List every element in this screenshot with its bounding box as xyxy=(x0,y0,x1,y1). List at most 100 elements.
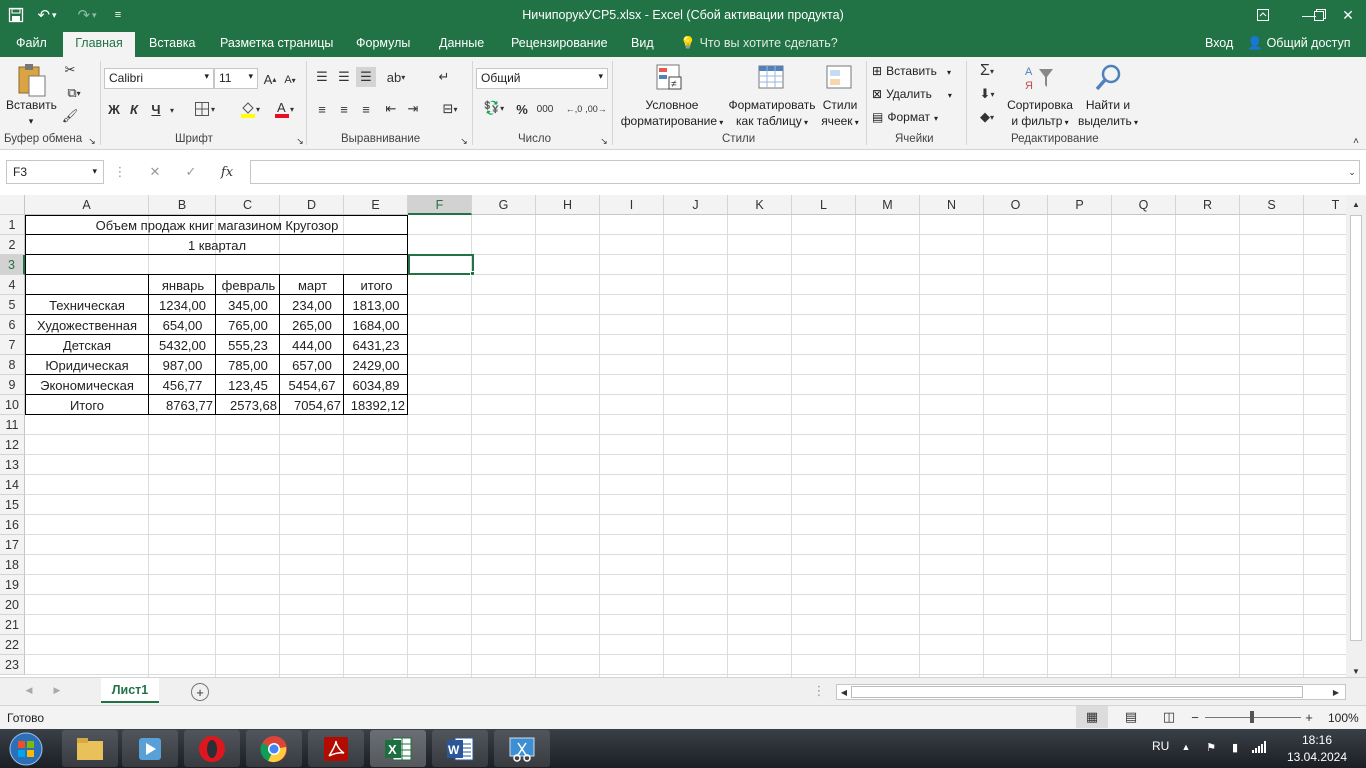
thousands-separator-button[interactable]: 000 xyxy=(534,99,556,119)
table-cell[interactable]: 456,77 xyxy=(150,375,215,395)
insert-cells-button[interactable]: ⊞ Вставить ▾ xyxy=(872,63,962,81)
column-header-a[interactable]: A xyxy=(25,195,149,215)
tab-review[interactable]: Рецензирование xyxy=(511,36,608,50)
format-as-table-button[interactable]: Форматировать как таблицу ▾ xyxy=(724,97,820,131)
column-header-c[interactable]: C xyxy=(216,195,280,215)
cell-styles-button[interactable]: Стили ячеек ▾ xyxy=(818,97,862,131)
italic-button[interactable]: К xyxy=(126,99,142,119)
merge-center-icon[interactable]: ⊟ ▾ xyxy=(434,99,466,119)
tab-page-layout[interactable]: Разметка страницы xyxy=(220,36,333,50)
column-header-p[interactable]: P xyxy=(1048,195,1112,215)
table-cell[interactable]: 265,00 xyxy=(281,315,343,335)
table-cell[interactable]: 2573,68 xyxy=(217,395,279,415)
table-cell[interactable]: 555,23 xyxy=(217,335,279,355)
font-name-select[interactable]: Calibri ▾ xyxy=(104,68,214,89)
show-hidden-icons-icon[interactable]: ▲ xyxy=(1180,740,1192,754)
page-layout-view-icon[interactable]: ▤ xyxy=(1118,706,1144,728)
header-total[interactable]: итого xyxy=(345,275,408,295)
fill-handle[interactable] xyxy=(470,271,475,276)
copy-icon[interactable]: ⧉ ▾ xyxy=(60,84,88,102)
table-cell[interactable]: 123,45 xyxy=(217,375,279,395)
vertical-scrollbar[interactable]: ▲ ▼ xyxy=(1346,195,1366,677)
row-header-21[interactable]: 21 xyxy=(0,615,25,635)
table-row-label[interactable]: Юридическая xyxy=(26,355,148,375)
bold-button[interactable]: Ж xyxy=(106,99,122,119)
column-header-d[interactable]: D xyxy=(280,195,344,215)
new-sheet-icon[interactable]: + xyxy=(191,683,209,701)
tab-insert[interactable]: Вставка xyxy=(149,36,195,50)
row-header-5[interactable]: 5 xyxy=(0,295,25,315)
column-header-h[interactable]: H xyxy=(536,195,600,215)
worksheet-grid[interactable]: ABCDEFGHIJKLMNOPQRST 1 2 3 4 5 6 7 8 9 10 11 12 13 14… xyxy=(0,195,1346,677)
next-sheet-icon[interactable]: ▶ xyxy=(50,683,64,697)
media-player-icon[interactable] xyxy=(122,730,178,767)
action-center-flag-icon[interactable]: ⚑ xyxy=(1202,739,1220,755)
row-header-7[interactable]: 7 xyxy=(0,335,25,355)
underline-dropdown-icon[interactable]: ▾ xyxy=(166,101,178,119)
table-cell[interactable]: 987,00 xyxy=(150,355,215,375)
table-cell[interactable]: 1234,00 xyxy=(150,295,215,315)
row-header-2[interactable]: 2 xyxy=(0,235,25,255)
column-header-j[interactable]: J xyxy=(664,195,728,215)
column-header-i[interactable]: I xyxy=(600,195,664,215)
scroll-right-icon[interactable]: ▶ xyxy=(1331,686,1341,698)
column-header-m[interactable]: M xyxy=(856,195,920,215)
scroll-left-icon[interactable]: ◀ xyxy=(839,686,849,698)
horizontal-scroll-thumb[interactable] xyxy=(851,686,1303,698)
file-explorer-icon[interactable] xyxy=(62,730,118,767)
column-header-r[interactable]: R xyxy=(1176,195,1240,215)
zoom-in-icon[interactable]: + xyxy=(1302,708,1316,726)
tab-data[interactable]: Данные xyxy=(439,36,484,50)
network-signal-icon[interactable] xyxy=(1250,739,1268,755)
sort-filter-icon[interactable]: АЯ xyxy=(1022,62,1056,94)
paste-dropdown-icon[interactable]: ▾ xyxy=(24,113,38,129)
decrease-decimal-icon[interactable]: ,00→ xyxy=(585,99,607,119)
format-painter-icon[interactable]: 🖌 xyxy=(60,107,80,125)
row-header-8[interactable]: 8 xyxy=(0,355,25,375)
table-cell[interactable]: 785,00 xyxy=(217,355,279,375)
wrap-text-icon[interactable]: ↵ xyxy=(434,67,454,87)
clock-time[interactable]: 18:16 xyxy=(1286,733,1348,747)
row-header-20[interactable]: 20 xyxy=(0,595,25,615)
alignment-launcher-icon[interactable]: ↘ xyxy=(458,135,470,147)
table-cell[interactable]: 7054,67 xyxy=(281,395,343,415)
align-bottom-icon[interactable]: ☰ xyxy=(356,67,376,87)
row-header-6[interactable]: 6 xyxy=(0,315,25,335)
row-header-18[interactable]: 18 xyxy=(0,555,25,575)
scroll-up-icon[interactable]: ▲ xyxy=(1350,198,1362,210)
sort-filter-button[interactable]: Сортировка и фильтр ▾ xyxy=(1004,97,1076,131)
table-cell[interactable]: 6431,23 xyxy=(345,335,407,355)
clipboard-launcher-icon[interactable]: ↘ xyxy=(86,135,98,147)
percent-button[interactable]: % xyxy=(514,99,530,119)
horizontal-scrollbar[interactable]: ◀ ▶ xyxy=(836,684,1346,700)
delete-cells-button[interactable]: ⊠ Удалить ▾ xyxy=(872,86,962,104)
page-break-view-icon[interactable]: ◫ xyxy=(1156,706,1182,728)
number-format-select[interactable]: Общий ▾ xyxy=(476,68,608,89)
row-header-15[interactable]: 15 xyxy=(0,495,25,515)
chrome-icon[interactable] xyxy=(246,730,302,767)
autosum-icon[interactable]: Σ ▾ xyxy=(972,61,1002,81)
align-left-icon[interactable]: ≡ xyxy=(312,99,332,119)
format-as-table-icon[interactable] xyxy=(756,62,788,94)
column-header-s[interactable]: S xyxy=(1240,195,1304,215)
font-color-icon[interactable]: A ▾ xyxy=(270,98,298,120)
decrease-font-icon[interactable]: A ▾ xyxy=(282,70,298,90)
header-march[interactable]: март xyxy=(281,275,344,295)
share-button[interactable]: 👤 Общий доступ xyxy=(1247,36,1351,51)
clear-icon[interactable]: ◆ ▾ xyxy=(972,107,1002,127)
row-header-4[interactable]: 4 xyxy=(0,275,25,295)
sheet-tab-active[interactable]: Лист1 xyxy=(101,678,159,703)
underline-button[interactable]: Ч xyxy=(148,99,164,119)
row-header-14[interactable]: 14 xyxy=(0,475,25,495)
header-february[interactable]: февраль xyxy=(217,275,280,295)
align-middle-icon[interactable]: ☰ xyxy=(334,67,354,87)
table-cell[interactable]: 654,00 xyxy=(150,315,215,335)
decrease-indent-icon[interactable]: ⇤ xyxy=(381,99,401,119)
table-cell[interactable]: 2429,00 xyxy=(345,355,407,375)
align-top-icon[interactable]: ☰ xyxy=(312,67,332,87)
column-header-e[interactable]: E xyxy=(344,195,408,215)
tab-view[interactable]: Вид xyxy=(631,36,654,50)
tab-file[interactable]: Файл xyxy=(16,36,47,50)
table-row-label[interactable]: Детская xyxy=(26,335,148,355)
table-cell[interactable]: 8763,77 xyxy=(150,395,215,415)
